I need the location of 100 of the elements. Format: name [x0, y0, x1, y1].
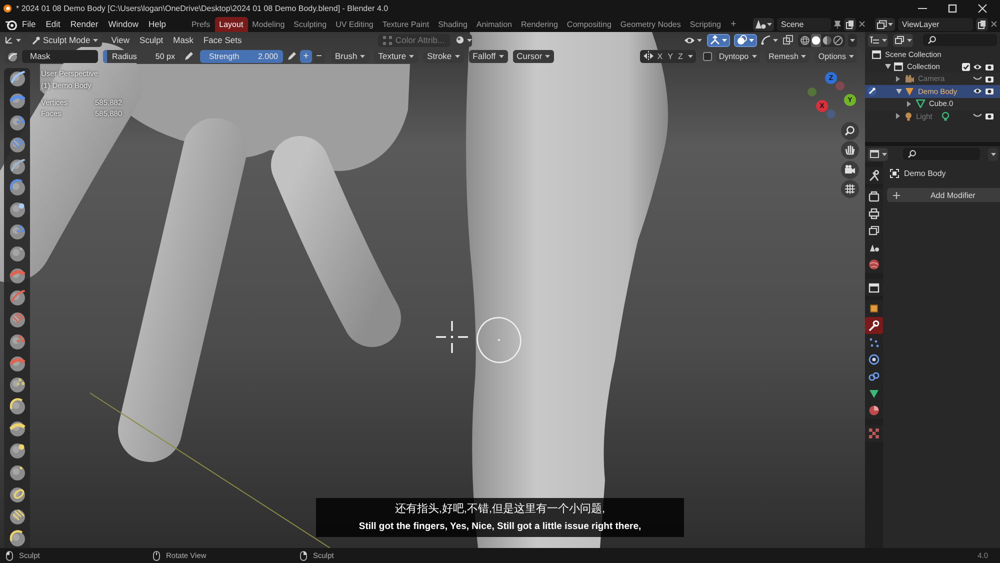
tool-dropdown[interactable]: Remesh: [766, 50, 810, 62]
axis-dot-icon[interactable]: [807, 87, 817, 97]
workspace-tab[interactable]: Modeling: [248, 17, 290, 32]
workspace-tab[interactable]: Sculpting: [289, 17, 332, 32]
disclosure-triangle-icon[interactable]: [896, 88, 902, 94]
sphere-tool-icon[interactable]: [8, 267, 26, 284]
solid-shading-icon[interactable]: [811, 34, 821, 46]
tool-dropdown[interactable]: Falloff: [468, 50, 508, 62]
sphere-tool-icon[interactable]: [8, 92, 26, 109]
checkbox[interactable]: [702, 52, 712, 60]
overlays-button[interactable]: [734, 34, 757, 46]
sphere-tool-icon[interactable]: [8, 245, 26, 262]
display-mode-button[interactable]: [893, 34, 913, 46]
sphere-tool-icon[interactable]: [8, 223, 26, 240]
workspace-tab[interactable]: Prefs: [186, 17, 215, 32]
disclosure-triangle-icon[interactable]: [885, 64, 891, 70]
menu-item[interactable]: Window: [103, 17, 144, 31]
workspace-tab[interactable]: UV Editing: [331, 17, 378, 32]
maximize-icon[interactable]: [948, 4, 957, 12]
closed-eye-icon[interactable]: [973, 76, 982, 82]
workspace-tab[interactable]: Compositing: [562, 17, 616, 32]
sphere-tool-icon[interactable]: [8, 420, 26, 438]
brush-icon[interactable]: [867, 86, 877, 96]
header-menu[interactable]: Sculpt: [134, 35, 168, 45]
camera-icon[interactable]: [841, 160, 859, 179]
shading-dropdown[interactable]: [848, 34, 857, 46]
wrench-icon[interactable]: [865, 317, 883, 334]
mirror-icon[interactable]: [643, 51, 654, 61]
eye-icon[interactable]: [973, 64, 982, 70]
add-workspace-button[interactable]: +: [725, 17, 742, 32]
sphere-tool-icon[interactable]: [8, 114, 26, 131]
symmetry-toggle[interactable]: Z: [676, 50, 685, 62]
search-field[interactable]: [923, 34, 997, 46]
curve-icon[interactable]: [761, 35, 771, 45]
pen-icon[interactable]: [184, 51, 194, 61]
brush-tile-icon[interactable]: [5, 50, 20, 62]
brush-direction-button[interactable]: −: [313, 50, 325, 62]
eye-icon[interactable]: [973, 88, 982, 94]
options-dropdown[interactable]: [988, 148, 998, 160]
tool-dropdown[interactable]: Brush: [331, 50, 370, 62]
sphere-tool-icon[interactable]: [8, 354, 26, 372]
sphere-tool-icon[interactable]: [8, 288, 26, 306]
workspace-tab[interactable]: Shading: [434, 17, 472, 32]
workspace-tab[interactable]: Scripting: [685, 17, 726, 32]
dyntopo-dropdown[interactable]: Dyntopo: [716, 50, 760, 62]
menu-item[interactable]: Render: [65, 17, 104, 31]
tool-dropdown[interactable]: Cursor: [512, 50, 554, 62]
menu-item[interactable]: Edit: [40, 17, 66, 31]
sphere-tool-icon[interactable]: [8, 398, 26, 416]
disclosure-triangle-icon[interactable]: [896, 113, 900, 120]
camera-icon[interactable]: [985, 87, 994, 96]
mode-dropdown[interactable]: Sculpt Mode: [28, 34, 102, 46]
xray-icon[interactable]: [783, 35, 793, 45]
brush-direction-button[interactable]: +: [300, 50, 312, 62]
closed-eye-icon[interactable]: [973, 113, 982, 120]
axis-dot-icon[interactable]: [826, 109, 836, 119]
sphere-tool-icon[interactable]: [8, 70, 26, 87]
tool-dropdown[interactable]: Texture: [374, 50, 418, 62]
gizmos-button[interactable]: [707, 34, 730, 46]
brush-name-field[interactable]: Mask: [22, 50, 98, 62]
close-icon[interactable]: [978, 4, 987, 12]
editor-type-button[interactable]: [868, 148, 888, 160]
sphere-tool-icon[interactable]: [8, 486, 26, 503]
checkbox[interactable]: [962, 62, 970, 71]
workspace-tab[interactable]: Layout: [214, 17, 248, 32]
symmetry-toggle[interactable]: Y: [666, 50, 675, 62]
wireframe-shading-icon[interactable]: [800, 34, 810, 46]
sphere-tool-icon[interactable]: [8, 136, 26, 153]
logo-icon[interactable]: [5, 18, 17, 30]
view-layer-field[interactable]: ViewLayer: [898, 18, 973, 30]
search-field[interactable]: [903, 148, 980, 160]
workspace-tab[interactable]: Rendering: [516, 17, 562, 32]
sphere-tool-icon[interactable]: [8, 201, 26, 218]
header-menu[interactable]: Face Sets: [198, 35, 247, 45]
new-scene-button[interactable]: [844, 18, 856, 30]
sphere-tool-icon[interactable]: [8, 508, 26, 525]
camera-icon[interactable]: [985, 112, 994, 120]
axis-dot-icon[interactable]: [835, 81, 845, 91]
symmetry-toggle[interactable]: X: [655, 50, 665, 62]
hand-icon[interactable]: [841, 141, 859, 160]
menu-item[interactable]: File: [17, 17, 41, 31]
rendered-shading-icon[interactable]: [833, 34, 843, 46]
sphere-tool-icon[interactable]: [8, 158, 26, 175]
scene-browse-button[interactable]: [753, 18, 774, 30]
pin-icon[interactable]: [834, 20, 841, 28]
disclosure-triangle-icon[interactable]: [907, 100, 911, 107]
sphere-dropdown[interactable]: [455, 34, 472, 46]
sphere-tool-icon[interactable]: [8, 179, 26, 196]
visibility-icon[interactable]: [684, 36, 695, 44]
header-menu[interactable]: View: [106, 35, 135, 45]
workspace-tab[interactable]: Animation: [472, 17, 516, 32]
sphere-tool-icon[interactable]: [8, 310, 26, 328]
editor-type-button[interactable]: [868, 34, 888, 46]
sphere-tool-icon[interactable]: [8, 442, 26, 460]
menu-item[interactable]: Help: [143, 17, 171, 31]
sphere-tool-icon[interactable]: [8, 332, 26, 350]
tool-dropdown[interactable]: Stroke: [423, 50, 464, 62]
disclosure-triangle-icon[interactable]: [896, 76, 900, 82]
view-layer-browse-button[interactable]: [875, 18, 895, 30]
grid-icon[interactable]: [841, 180, 859, 198]
